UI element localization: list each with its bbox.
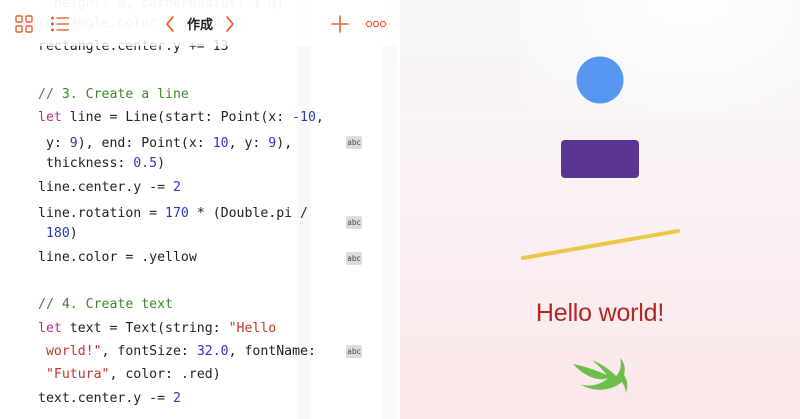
- code-token: ,: [315, 110, 324, 125]
- code-token: let: [38, 110, 62, 125]
- forward-button[interactable]: [216, 10, 244, 38]
- result-badge[interactable]: abc: [346, 216, 362, 229]
- code-line[interactable]: y: 9), end: Point(x: 10, y: 9),: [38, 134, 292, 154]
- code-token: line.color = .yellow: [38, 250, 197, 265]
- code-token: ),: [276, 136, 293, 151]
- toolbar: 作成: [0, 0, 400, 46]
- line-shape: [521, 229, 680, 260]
- code-token: ), end: Point(x:: [77, 136, 213, 151]
- code-token: line.rotation =: [38, 206, 166, 221]
- code-token: 10: [212, 136, 229, 151]
- code-token: , fontName:: [228, 344, 316, 359]
- hello-world-text: Hello world!: [535, 299, 665, 327]
- code-line[interactable]: thickness: 0.5): [38, 154, 165, 174]
- plus-icon: [331, 15, 349, 33]
- code-token: // 3. Create a line: [38, 87, 189, 102]
- code-line[interactable]: "Futura", color: .red): [38, 365, 221, 385]
- code-token: , color: .red): [109, 367, 221, 382]
- code-token: "Futura": [45, 367, 110, 382]
- code-token: * (Double.pi /: [188, 206, 308, 221]
- result-badge[interactable]: abc: [346, 345, 362, 358]
- code-token: 170: [165, 206, 189, 221]
- add-button[interactable]: [326, 10, 354, 38]
- grid-icon: [15, 15, 33, 33]
- more-button[interactable]: [362, 10, 390, 38]
- code-line[interactable]: line.rotation = 170 * (Double.pi /: [38, 204, 308, 224]
- chevron-right-icon: [226, 16, 234, 32]
- code-token: line = Line(start: Point(x:: [61, 110, 293, 125]
- code-token: "Hello: [228, 321, 277, 336]
- chevron-left-icon: [166, 16, 174, 32]
- result-badge[interactable]: abc: [346, 136, 362, 149]
- code-token: y:: [38, 136, 70, 151]
- code-token: // 4. Create text: [38, 297, 173, 312]
- live-view-canvas: [521, 56, 680, 393]
- code-token: , y:: [228, 136, 269, 151]
- code-line[interactable]: line.color = .yellow: [38, 248, 197, 268]
- code-token: text = Text(string:: [61, 321, 229, 336]
- circle-shape: [576, 56, 624, 104]
- code-line[interactable]: text.center.y -= 2: [38, 389, 181, 409]
- code-token: 0.5: [133, 156, 158, 171]
- result-badge[interactable]: abc: [346, 252, 362, 265]
- code-token: 180: [45, 226, 70, 241]
- code-token: , fontSize:: [101, 344, 197, 359]
- code-token: ): [69, 226, 78, 241]
- code-line[interactable]: let text = Text(string: "Hello: [38, 319, 276, 339]
- code-token: text.center.y -=: [38, 391, 173, 406]
- code-line[interactable]: world!", fontSize: 32.0, fontName:: [38, 342, 316, 362]
- code-token: world!": [45, 344, 102, 359]
- code-token: 2: [172, 391, 181, 406]
- code-token: thickness:: [38, 156, 134, 171]
- code-editor[interactable]: height: 8, cornerRadius: 1.0)rectangle.c…: [0, 0, 400, 419]
- code-token: 32.0: [196, 344, 229, 359]
- live-view[interactable]: Hello world!: [400, 0, 800, 419]
- code-line[interactable]: line.center.y -= 2: [38, 178, 181, 198]
- swift-logo-icon: [573, 358, 628, 393]
- code-area[interactable]: height: 8, cornerRadius: 1.0)rectangle.c…: [0, 0, 400, 419]
- list-button[interactable]: [46, 10, 74, 38]
- code-token: let: [38, 321, 62, 336]
- rectangle-shape: [561, 140, 639, 178]
- code-token: ): [157, 156, 166, 171]
- code-token: line.center.y -=: [38, 180, 173, 195]
- code-token: -10: [292, 110, 316, 125]
- code-token: 9: [69, 136, 78, 151]
- code-line[interactable]: 180): [38, 224, 78, 244]
- code-line[interactable]: // 4. Create text: [38, 295, 173, 315]
- more-icon: [365, 20, 387, 28]
- code-line[interactable]: // 3. Create a line: [38, 85, 189, 105]
- list-icon: [51, 16, 69, 32]
- grid-button[interactable]: [10, 10, 38, 38]
- code-line[interactable]: let line = Line(start: Point(x: -10,: [38, 108, 324, 128]
- code-token: 2: [172, 180, 181, 195]
